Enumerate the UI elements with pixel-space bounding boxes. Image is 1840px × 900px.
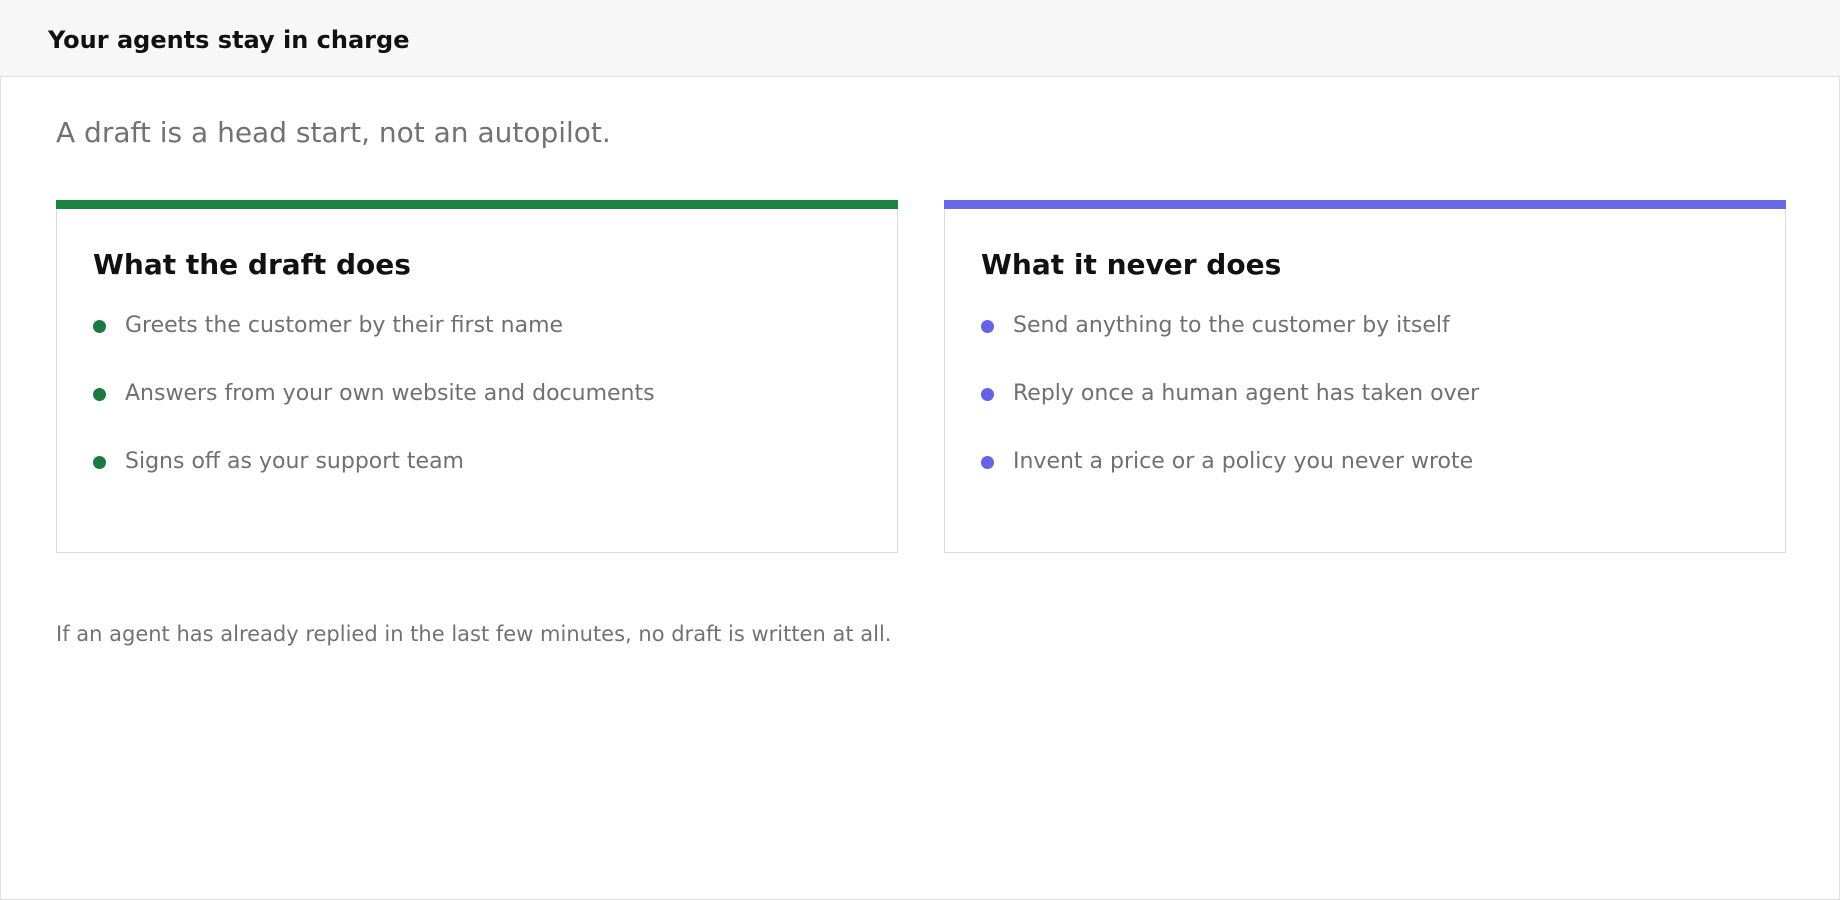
list-item-text: Answers from your own website and docume… — [125, 381, 655, 406]
bullet-dot-icon — [981, 320, 994, 333]
page-subtitle: A draft is a head start, not an autopilo… — [56, 116, 611, 149]
list-item: Greets the customer by their first name — [93, 309, 655, 377]
bullet-dot-icon — [93, 456, 106, 469]
card-draft-does: What the draft does Greets the customer … — [56, 200, 898, 553]
card-accent-bar — [56, 200, 898, 209]
card-heading: What the draft does — [93, 248, 411, 281]
footnote: If an agent has already replied in the l… — [56, 622, 892, 646]
card-list: Send anything to the customer by itself … — [981, 309, 1479, 513]
bullet-dot-icon — [93, 388, 106, 401]
list-item-text: Invent a price or a policy you never wro… — [1013, 449, 1474, 474]
list-item-text: Signs off as your support team — [125, 449, 464, 474]
list-item-text: Greets the customer by their first name — [125, 313, 564, 338]
card-list: Greets the customer by their first name … — [93, 309, 655, 513]
card-never-does: What it never does Send anything to the … — [944, 200, 1786, 553]
list-item: Reply once a human agent has taken over — [981, 377, 1479, 445]
bullet-dot-icon — [93, 320, 106, 333]
page-title: Your agents stay in charge — [48, 26, 410, 54]
bullet-dot-icon — [981, 456, 994, 469]
list-item: Signs off as your support team — [93, 445, 655, 513]
list-item-text: Reply once a human agent has taken over — [1013, 381, 1480, 406]
card-accent-bar — [944, 200, 1786, 209]
list-item: Answers from your own website and docume… — [93, 377, 655, 445]
bullet-dot-icon — [981, 388, 994, 401]
list-item: Send anything to the customer by itself — [981, 309, 1479, 377]
card-heading: What it never does — [981, 248, 1282, 281]
page-header: Your agents stay in charge — [0, 0, 1840, 77]
list-item-text: Send anything to the customer by itself — [1013, 313, 1450, 338]
list-item: Invent a price or a policy you never wro… — [981, 445, 1479, 513]
